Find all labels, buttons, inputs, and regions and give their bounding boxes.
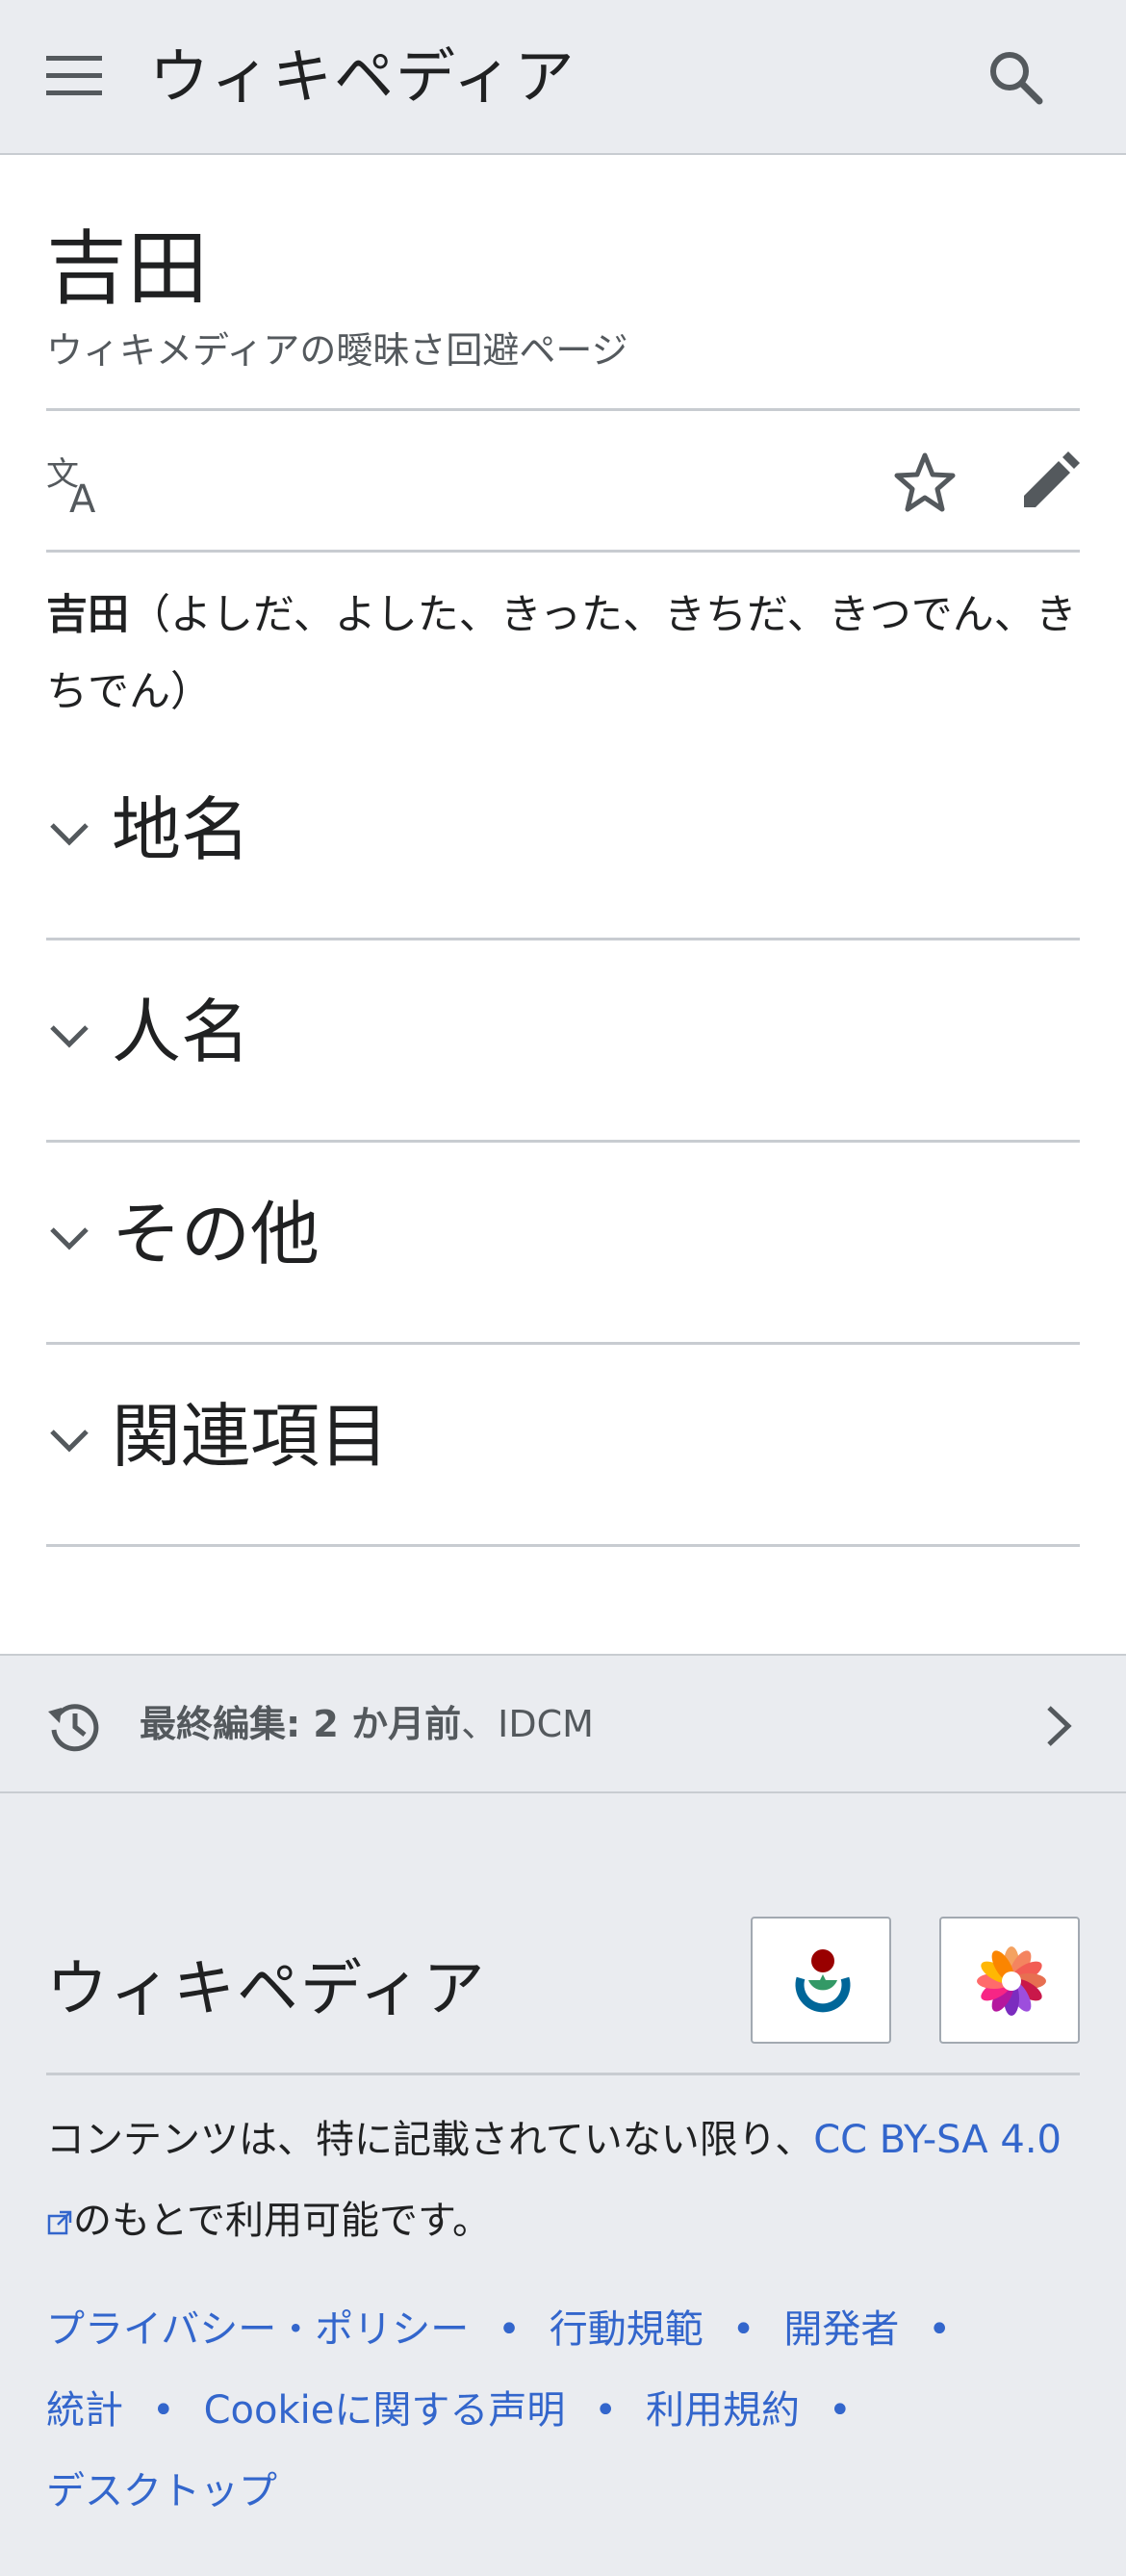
page-actions: 文 A [46, 413, 1080, 555]
external-link-icon [47, 2210, 72, 2235]
chevron-down-icon [50, 823, 89, 846]
history-clock-icon [48, 1704, 99, 1752]
section-see-also[interactable]: 関連項目 [46, 1345, 1080, 1547]
bullet-separator: • [594, 2388, 617, 2433]
divider [46, 408, 1080, 411]
mediawiki-sunflower-icon [977, 1946, 1046, 2016]
last-edited-bar[interactable]: 最終編集: 2 か月前、IDCM [0, 1654, 1126, 1793]
footer-link-developers[interactable]: 開発者 [783, 2307, 899, 2352]
intro-paragraph: 吉田（よしだ、よした、きった、きちだ、きつでん、きちでん） [46, 577, 1080, 731]
bullet-separator: • [152, 2388, 175, 2433]
page-tagline: ウィキメディアの曖昧さ回避ページ [46, 329, 628, 372]
section-other[interactable]: その他 [46, 1143, 1080, 1345]
svg-text:A: A [69, 477, 96, 514]
hamburger-menu-icon[interactable] [46, 54, 102, 98]
mediawiki-logo-button[interactable] [939, 1917, 1080, 2044]
footer: ウィキペディア コンテンツは、特に記載されていない限り、CC BY-SA 4.0… [0, 1793, 1126, 2576]
last-edited-time: 最終編集: 2 か月前 [140, 1703, 462, 1745]
divider [46, 550, 1080, 553]
license-text-after: のもとで利用可能です。 [73, 2199, 491, 2243]
star-icon[interactable] [893, 451, 957, 515]
language-icon[interactable]: 文 A [46, 456, 108, 514]
footer-divider [46, 2073, 1080, 2075]
top-bar: ウィキペディア [0, 0, 1126, 155]
section-place-names[interactable]: 地名 [46, 738, 1080, 940]
section-person-names[interactable]: 人名 [46, 940, 1080, 1143]
chevron-down-icon [50, 1430, 89, 1453]
chevron-right-icon [1047, 1706, 1072, 1746]
intro-readings: （よしだ、よした、きった、きちだ、きつでん、きちでん） [46, 591, 1077, 716]
wikipedia-wordmark[interactable]: ウィキペディア [149, 42, 576, 112]
bullet-separator: • [928, 2307, 951, 2352]
footer-wordmark: ウィキペディア [46, 1954, 487, 2025]
bullet-separator: • [731, 2307, 755, 2352]
chevron-down-icon [50, 1227, 89, 1250]
footer-links: プライバシー・ポリシー • 行動規範 • 開発者 • 統計 • Cookieに関する声明 • 利用… [46, 2289, 1080, 2532]
wikimedia-logo-icon [795, 1949, 851, 2013]
search-icon[interactable] [986, 48, 1044, 106]
last-edited-text: 最終編集: 2 か月前、IDCM [140, 1700, 594, 1748]
section-title: 地名 [112, 789, 251, 870]
pencil-icon[interactable] [1018, 451, 1080, 513]
license-link[interactable]: CC BY-SA 4.0 [813, 2118, 1062, 2162]
section-title: その他 [112, 1194, 320, 1275]
footer-link-desktop[interactable]: デスクトップ [46, 2469, 277, 2513]
license-notice: コンテンツは、特に記載されていない限り、CC BY-SA 4.0 のもとで利用可… [46, 2099, 1080, 2261]
footer-link-privacy[interactable]: プライバシー・ポリシー [46, 2307, 469, 2352]
license-text-before: コンテンツは、特に記載されていない限り、 [46, 2118, 814, 2162]
last-edited-user: IDCM [498, 1703, 594, 1745]
page-title: 吉田 [46, 221, 209, 316]
bullet-separator: • [498, 2307, 521, 2352]
last-edited-separator: 、 [461, 1703, 499, 1745]
section-title: 関連項目 [112, 1396, 390, 1477]
section-title: 人名 [112, 992, 251, 1072]
footer-link-cookie-statement[interactable]: Cookieに関する声明 [204, 2388, 566, 2433]
wikimedia-logo-button[interactable] [751, 1917, 891, 2044]
chevron-down-icon [50, 1025, 89, 1048]
footer-link-statistics[interactable]: 統計 [46, 2388, 123, 2433]
intro-term: 吉田 [46, 591, 129, 639]
footer-link-code-of-conduct[interactable]: 行動規範 [550, 2307, 704, 2352]
footer-link-terms-of-use[interactable]: 利用規約 [646, 2388, 800, 2433]
bullet-separator: • [828, 2388, 852, 2433]
